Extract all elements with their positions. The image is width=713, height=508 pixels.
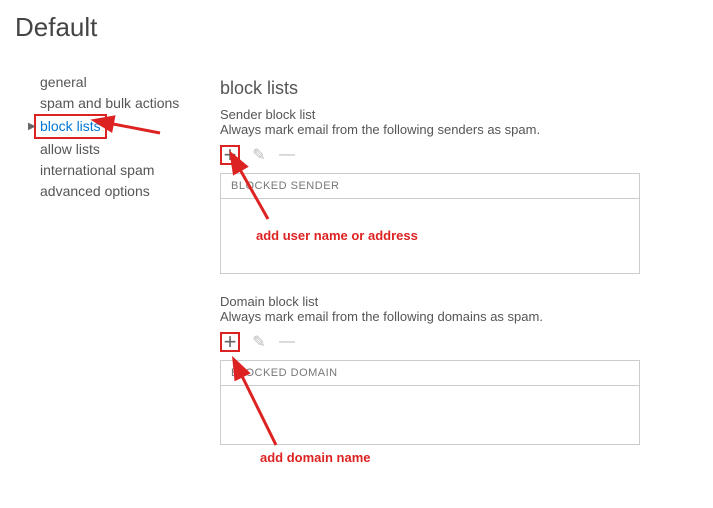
domain-toolbar: + ✎ —	[220, 332, 693, 352]
content-pane: block lists Sender block list Always mar…	[220, 78, 693, 445]
page-title: Default	[15, 12, 97, 43]
sender-remove-button[interactable]: —	[278, 146, 296, 164]
sidebar-item-advanced-options[interactable]: advanced options	[40, 181, 220, 202]
sender-toolbar: + ✎ —	[220, 145, 693, 165]
sidebar-item-allow-lists[interactable]: allow lists	[40, 139, 220, 160]
domain-remove-button[interactable]: —	[278, 333, 296, 351]
domain-column-header: BLOCKED DOMAIN	[221, 361, 639, 386]
content-heading: block lists	[220, 78, 693, 99]
sidebar: ▶ general spam and bulk actions block li…	[40, 72, 220, 202]
sidebar-item-spam-bulk[interactable]: spam and bulk actions	[40, 93, 220, 114]
sender-column-header: BLOCKED SENDER	[221, 174, 639, 199]
domain-add-button[interactable]: +	[220, 332, 240, 352]
sender-add-button[interactable]: +	[220, 145, 240, 165]
domain-listbox: BLOCKED DOMAIN	[220, 360, 640, 445]
sender-listbox-body[interactable]	[221, 199, 639, 273]
sender-list-desc: Always mark email from the following sen…	[220, 122, 693, 137]
domain-list-title: Domain block list	[220, 294, 693, 309]
plus-icon: +	[224, 335, 237, 349]
sender-edit-button[interactable]: ✎	[250, 146, 268, 164]
sidebar-item-general[interactable]: general	[40, 72, 220, 93]
annotation-domain: add domain name	[260, 450, 371, 465]
plus-icon: +	[224, 148, 237, 162]
domain-listbox-body[interactable]	[221, 386, 639, 444]
sender-list-title: Sender block list	[220, 107, 693, 122]
minus-icon: —	[279, 146, 295, 164]
active-caret-icon: ▶	[28, 116, 36, 137]
pencil-icon: ✎	[252, 145, 265, 165]
sidebar-item-international-spam[interactable]: international spam	[40, 160, 220, 181]
pencil-icon: ✎	[252, 332, 265, 352]
sidebar-item-block-lists[interactable]: block lists	[34, 114, 107, 139]
domain-edit-button[interactable]: ✎	[250, 333, 268, 351]
sender-listbox: BLOCKED SENDER	[220, 173, 640, 274]
domain-list-desc: Always mark email from the following dom…	[220, 309, 693, 324]
minus-icon: —	[279, 333, 295, 351]
